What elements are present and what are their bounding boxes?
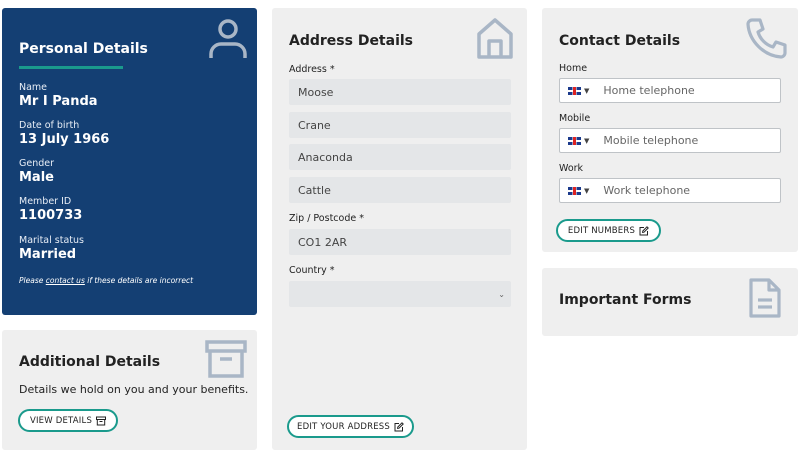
address-line-2-input[interactable]: Crane [289,112,511,138]
address-line-3-input[interactable]: Anaconda [289,144,511,170]
document-icon [748,277,782,323]
marital-status-field: Marital status Married [19,235,84,262]
archive-small-icon [96,416,107,425]
edit-icon [394,421,404,431]
dob-field: Date of birth 13 July 1966 [19,120,109,147]
user-icon [208,18,248,64]
additional-details-title: Additional Details [19,354,161,370]
country-label: Country * [289,265,335,276]
work-country-code-dropdown[interactable]: ▼ [560,179,597,202]
mobile-country-code-dropdown[interactable]: ▼ [560,129,597,152]
work-phone-field: ▼ Work telephone [559,178,781,203]
contact-us-link[interactable]: contact us [46,276,85,285]
uk-flag-icon [568,86,581,95]
gender-value: Male [19,170,54,185]
dob-value: 13 July 1966 [19,132,110,147]
contact-details-title: Contact Details [559,33,681,49]
uk-flag-icon [568,136,581,145]
note-prefix: Please [19,276,46,285]
home-icon [476,17,514,63]
home-country-code-dropdown[interactable]: ▼ [560,79,597,102]
zip-label: Zip / Postcode * [289,213,364,224]
uk-flag-icon [568,186,581,195]
edit-numbers-label: EDIT NUMBERS [567,225,636,236]
member-id-field: Member ID 1100733 [19,196,82,223]
personal-details-title: Personal Details [19,41,148,57]
archive-box-icon [205,340,247,382]
important-forms-card[interactable]: Important Forms [542,268,798,336]
name-field: Name Mr I Panda [19,82,98,109]
edit-address-button[interactable]: EDIT YOUR ADDRESS [287,415,414,438]
view-details-label: VIEW DETAILS [29,415,93,426]
home-phone-field: ▼ Home telephone [559,78,781,103]
member-id-value: 1100733 [19,208,83,223]
member-id-label: Member ID [19,196,72,207]
address-details-title: Address Details [289,33,414,49]
caret-down-icon: ▼ [584,136,590,145]
work-phone-input[interactable]: Work telephone [603,184,690,197]
additional-description: Details we hold on you and your benefits… [19,383,249,396]
view-details-button[interactable]: VIEW DETAILS [18,409,118,432]
caret-down-icon: ▼ [584,186,590,195]
name-value: Mr I Panda [19,94,98,109]
edit-numbers-button[interactable]: EDIT NUMBERS [556,219,661,242]
caret-down-icon: ▼ [584,86,590,95]
marital-status-label: Marital status [19,235,84,246]
mobile-phone-field: ▼ Mobile telephone [559,128,781,153]
important-forms-title: Important Forms [559,292,692,308]
gender-field: Gender Male [19,158,54,185]
home-phone-input[interactable]: Home telephone [603,84,694,97]
country-select[interactable]: ⌄ [289,281,511,307]
title-underline [19,66,123,69]
mobile-phone-label: Mobile [559,113,591,124]
address-details-card: Address Details Address * Moose Crane An… [272,8,527,450]
dob-label: Date of birth [19,120,80,131]
mobile-phone-input[interactable]: Mobile telephone [603,134,698,147]
address-label: Address * [289,64,335,75]
edit-icon [639,225,649,235]
note-suffix: if these details are incorrect [84,276,194,285]
address-line-1-input[interactable]: Moose [289,79,511,105]
correction-note: Please contact us if these details are i… [19,276,193,285]
contact-details-card: Contact Details Home ▼ Home telephone Mo… [542,8,798,252]
additional-details-card: Additional Details Details we hold on yo… [2,330,257,450]
work-phone-label: Work [559,163,584,174]
edit-address-label: EDIT YOUR ADDRESS [297,421,390,432]
personal-details-card: Personal Details Name Mr I Panda Date of… [2,8,257,315]
chevron-down-icon: ⌄ [498,289,505,299]
marital-status-value: Married [19,247,77,262]
home-phone-label: Home [559,63,588,74]
gender-label: Gender [19,158,55,169]
address-line-4-input[interactable]: Cattle [289,177,511,203]
phone-icon [746,17,788,63]
name-label: Name [19,82,48,93]
zip-input[interactable]: CO1 2AR [289,229,511,255]
